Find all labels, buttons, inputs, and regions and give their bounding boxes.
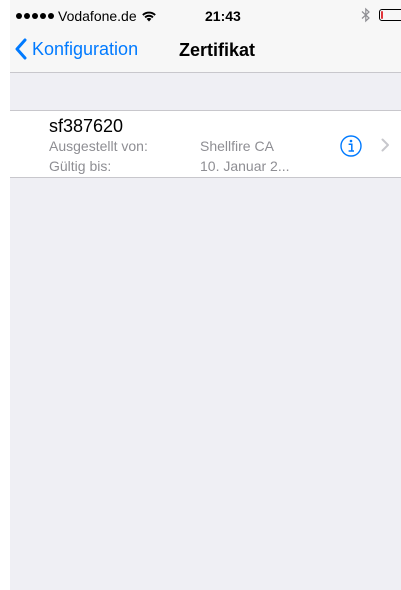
issued-by-value: Shellfire CA [200, 138, 274, 154]
signal-strength-icon [16, 13, 54, 19]
wifi-icon [141, 11, 156, 22]
certificate-name: sf387620 [49, 116, 124, 136]
navigation-bar: Konfiguration Zertifikat [10, 30, 401, 73]
carrier-name: Vodafone.de [58, 8, 137, 24]
valid-until-value: 10. Januar 2... [200, 158, 290, 174]
certificate-row[interactable]: sf387620 Ausgestellt von: Shellfire CA G… [10, 110, 401, 178]
back-button[interactable]: Konfiguration [14, 38, 138, 60]
status-right [361, 7, 401, 23]
bluetooth-icon [361, 7, 370, 23]
info-icon[interactable] [340, 135, 362, 157]
chevron-left-icon [15, 38, 27, 60]
page-title: Zertifikat [179, 40, 256, 60]
back-button-label: Konfiguration [32, 38, 139, 59]
chevron-right-icon [381, 138, 389, 152]
battery-icon [379, 9, 401, 21]
valid-until-label: Gültig bis: [49, 158, 112, 174]
status-time: 21:43 [205, 8, 241, 24]
status-bar: Vodafone.de 21:43 [10, 0, 401, 30]
status-left: Vodafone.de [16, 8, 157, 24]
screen: Vodafone.de 21:43 Konfiguration Zertifik… [10, 0, 401, 590]
issued-by-label: Ausgestellt von: [49, 138, 148, 154]
